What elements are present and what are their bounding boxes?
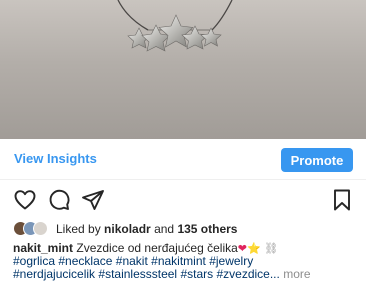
likes-prefix: Liked by <box>56 222 101 236</box>
likes-summary: Liked by nikoladr and 135 others <box>13 221 353 237</box>
post-actions <box>0 184 366 218</box>
view-insights-link[interactable]: View Insights <box>14 151 97 166</box>
post-image[interactable] <box>0 0 366 139</box>
hashtag[interactable]: #ogrlica <box>13 254 55 268</box>
paper-plane-icon[interactable] <box>81 188 105 212</box>
caption-line-3: #nerdjajucicelik #stainlesssteel #stars … <box>13 268 357 281</box>
likes-conjunction: and <box>154 222 175 236</box>
likes-text: Liked by nikoladr and 135 others <box>56 222 237 236</box>
liker-username[interactable]: nikoladr <box>104 222 151 236</box>
caption-username[interactable]: nakit_mint <box>13 241 73 255</box>
post-caption: nakit_mint Zvezdice od nerđajućeg čelika… <box>13 242 357 281</box>
avatar[interactable] <box>33 221 48 236</box>
bookmark-icon[interactable] <box>330 188 354 212</box>
hashtag[interactable]: #nakitmint <box>151 254 206 268</box>
necklace-illustration <box>117 0 233 52</box>
more-link[interactable]: more <box>283 267 310 281</box>
hashtag[interactable]: #nakit <box>116 254 148 268</box>
promote-button[interactable]: Promote <box>281 148 353 172</box>
hashtag[interactable]: #necklace <box>58 254 112 268</box>
heart-outline-icon[interactable] <box>13 188 37 212</box>
hashtag[interactable]: #stainlesssteel <box>98 267 177 281</box>
comment-icon[interactable] <box>47 188 71 212</box>
caption-text: Zvezdice od nerđajućeg čelika <box>76 241 238 255</box>
hashtag[interactable]: #stars <box>180 267 213 281</box>
chain-emoji-icon: ⛓ <box>264 242 279 255</box>
liker-avatars <box>13 221 53 237</box>
hashtag[interactable]: #jewelry <box>209 254 253 268</box>
likes-count[interactable]: 135 others <box>177 222 237 236</box>
hashtag[interactable]: #nerdjajucicelik <box>13 267 95 281</box>
hashtag[interactable]: #zvezdice... <box>216 267 279 281</box>
